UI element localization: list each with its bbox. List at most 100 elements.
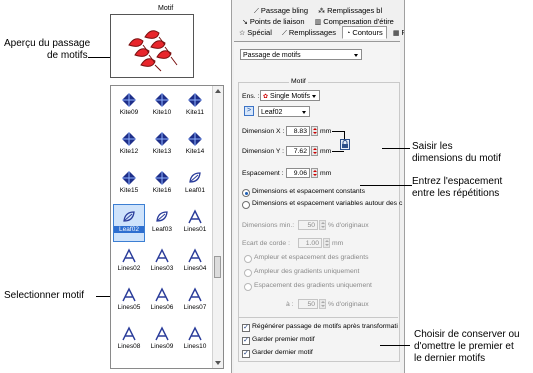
motif-item[interactable]: Lines07 [180, 283, 210, 319]
spacing-spinner[interactable] [311, 168, 318, 178]
tab-special[interactable]: ☆ Spécial [235, 26, 276, 39]
divider [238, 317, 398, 318]
ecart-spinner[interactable] [323, 238, 330, 248]
motif-item[interactable]: Kite13 [147, 127, 177, 163]
a-spinner[interactable] [319, 299, 326, 309]
motif-list-scrollbar[interactable] [212, 86, 223, 368]
keep-annotation: Choisir de conserver ou d'omettre le pre… [414, 329, 520, 365]
motif-item[interactable]: Kite09 [114, 88, 144, 124]
motif-item[interactable]: Lines04 [180, 244, 210, 280]
motif-item[interactable]: Lines02 [114, 244, 144, 280]
stitch-type-dropdown[interactable]: Passage de motifs [240, 49, 362, 60]
motif-item[interactable]: Lines06 [147, 283, 177, 319]
spacing-annotation-line1: Entrez l'espacement [412, 176, 503, 187]
tab-remplissages[interactable]: ⟋ Remplissages [278, 26, 340, 39]
motif-item[interactable]: Kite11 [180, 88, 210, 124]
dim-min-field[interactable]: 50 [298, 220, 318, 230]
motif-name-dropdown[interactable]: Leaf02 [258, 106, 310, 117]
ens-label: Ens. : [242, 93, 260, 100]
motif-item-label: Leaf03 [152, 226, 172, 233]
lock-proportions-icon[interactable] [340, 139, 350, 150]
motif-item[interactable]: Kite16 [147, 166, 177, 202]
dimensions-annotation-line1: Saisir les [412, 141, 453, 152]
re-icon: ▦ [392, 30, 400, 37]
check-regen[interactable]: ✓ [242, 324, 250, 332]
radio-grad-spacing[interactable] [244, 283, 252, 291]
lock-icon [342, 140, 348, 148]
spacing-pointer-line [360, 185, 412, 186]
lines-icon [114, 248, 144, 264]
dimensions-annotation-line2: dimensions du motif [412, 153, 501, 164]
motif-item[interactable]: Leaf03 [147, 205, 177, 241]
dim-y-spinner[interactable] [311, 146, 318, 156]
dim-min-spinner[interactable] [319, 220, 326, 230]
radio-variable[interactable] [242, 201, 250, 209]
tab-row-3: ☆Spécial ⟋Remplissages ◔Contours ▦Ré [235, 26, 404, 39]
kite-icon [180, 92, 210, 108]
spacing-field[interactable]: 9.06 [286, 168, 310, 178]
scroll-down-icon[interactable] [215, 361, 221, 365]
passage-bling-icon: ⟋ [254, 8, 259, 15]
check-last[interactable]: ✓ [242, 350, 250, 358]
motif-item-label: Kite11 [186, 109, 204, 116]
tab-special-label: Spécial [247, 28, 272, 37]
motif-item[interactable]: Kite15 [114, 166, 144, 202]
tab-row-1: ⟋ Passage bling ⁂ Remplissages bl [250, 4, 386, 15]
scroll-up-icon[interactable] [215, 89, 221, 93]
lines-icon [147, 287, 177, 303]
lines-icon [147, 326, 177, 342]
motif-item-label: Lines06 [150, 304, 174, 311]
motif-item[interactable]: Lines09 [147, 322, 177, 358]
motif-item[interactable]: Lines10 [180, 322, 210, 358]
motif-item-label: Leaf02 [114, 226, 144, 233]
motif-item[interactable]: Kite12 [114, 127, 144, 163]
motif-item[interactable]: Lines03 [147, 244, 177, 280]
motif-item[interactable]: Leaf02 [113, 204, 145, 242]
tab-contours[interactable]: ◔ Contours [342, 26, 387, 39]
kite-icon [114, 131, 144, 147]
remplissages-icon: ⟋ [281, 30, 287, 37]
check-first-label: Garder premier motif [252, 336, 315, 343]
motif-item[interactable]: Lines05 [114, 283, 144, 319]
tab-re[interactable]: ▦Ré [389, 26, 404, 39]
radio-constant[interactable] [242, 189, 250, 197]
spacing-annotation: Entrez l'espacement entre les répétition… [412, 176, 502, 200]
ecart-label: Ecart de corde : [242, 240, 290, 247]
tab-re-label: Ré [401, 28, 404, 37]
kite-icon [147, 170, 177, 186]
tab-passage-bling-label: Passage bling [260, 6, 309, 15]
dim-x-field[interactable]: 8.83 [286, 126, 310, 136]
lines-icon [180, 209, 210, 225]
motif-item-label: Kite10 [152, 109, 172, 116]
motif-set-dropdown[interactable]: ✿ Single Motifs [260, 90, 320, 101]
motif-item[interactable]: Lines01 [180, 205, 210, 241]
radio-grad-both[interactable] [244, 255, 252, 263]
a-field[interactable]: 50 [298, 299, 318, 309]
ecart-field[interactable]: 1.00 [298, 238, 322, 248]
motif-item-label: Kite13 [152, 148, 172, 155]
motif-item[interactable]: Kite14 [180, 127, 210, 163]
motif-item-label: Kite12 [119, 148, 139, 155]
tab-contours-label: Contours [352, 28, 383, 37]
motif-item[interactable]: Lines08 [114, 322, 144, 358]
link-line-bottom [332, 151, 344, 152]
scroll-thumb[interactable] [214, 256, 221, 278]
dim-y-field[interactable]: 7.62 [286, 146, 310, 156]
radio-grad-size-label: Ampleur des gradients uniquement [254, 268, 360, 275]
motif-item[interactable]: Leaf01 [180, 166, 210, 202]
a-unit: % d'originaux [328, 301, 369, 308]
check-first[interactable]: ✓ [242, 337, 250, 345]
motif-item-label: Lines03 [150, 265, 174, 272]
kite-icon [180, 131, 210, 147]
motif-item-label: Lines05 [117, 304, 141, 311]
dimensions-annotation: Saisir les dimensions du motif [412, 141, 501, 165]
lines-icon [114, 287, 144, 303]
motif-item-label: Lines09 [150, 343, 174, 350]
radio-grad-size[interactable] [244, 269, 252, 277]
dim-x-label: Dimension X : [242, 128, 285, 135]
motif-list[interactable]: Kite09 Kite10 Kite11 Kite12 Kite13 Kite14 Kite… [110, 85, 224, 369]
object-properties-panel: ⟋ Passage bling ⁂ Remplissages bl ↘ Points … [231, 0, 405, 373]
dim-x-spinner[interactable] [311, 126, 318, 136]
select-motif-button[interactable]: > [244, 106, 254, 116]
motif-item[interactable]: Kite10 [147, 88, 177, 124]
